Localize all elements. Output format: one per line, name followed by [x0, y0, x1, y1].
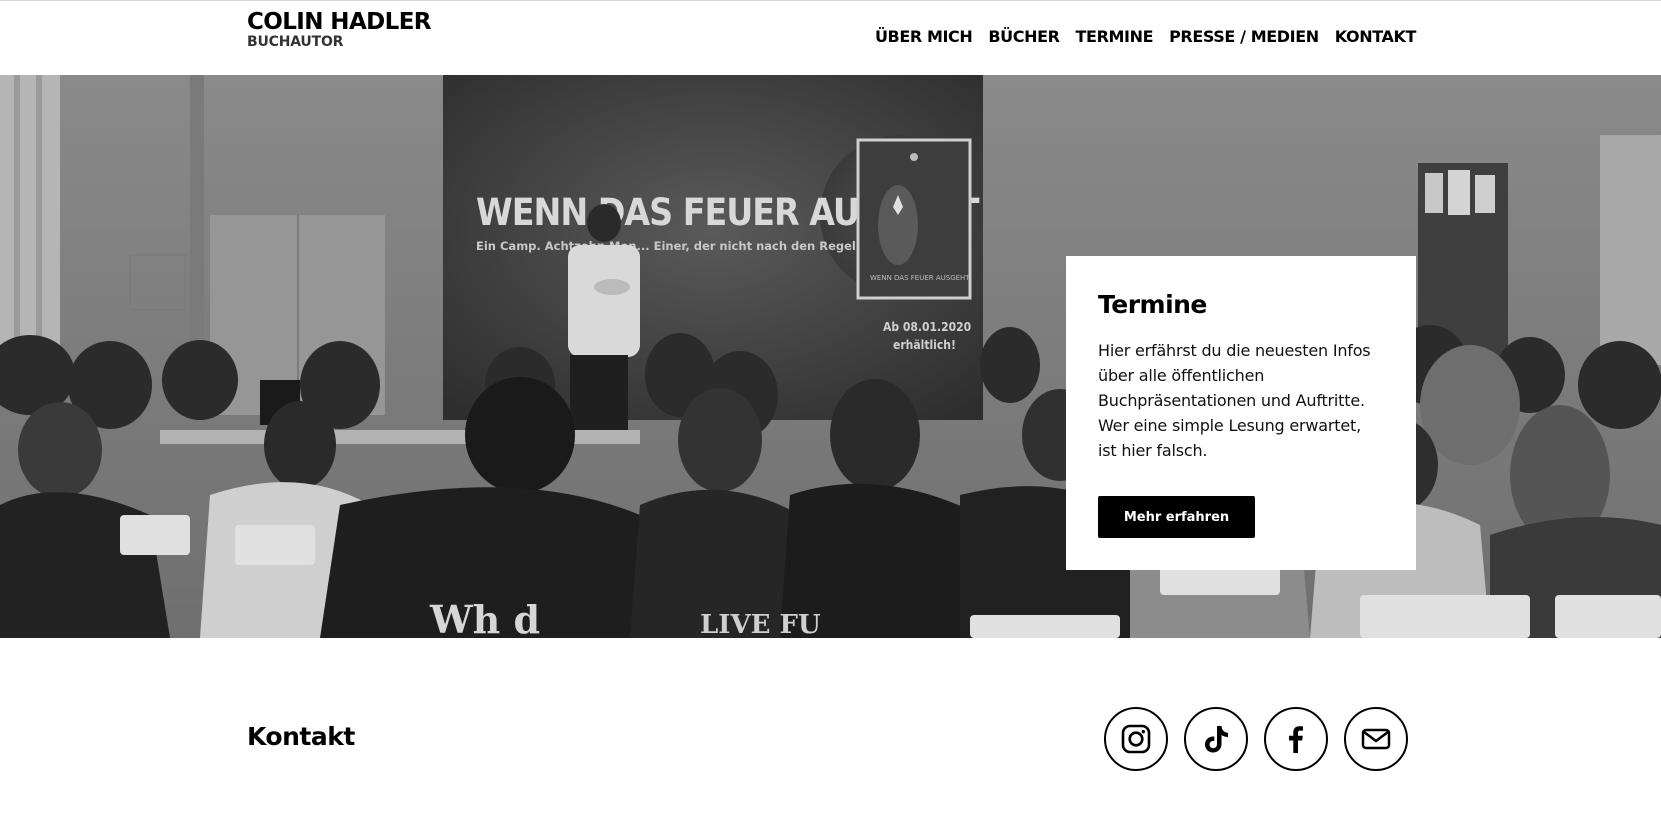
social-links	[1104, 707, 1408, 771]
facebook-icon	[1289, 726, 1303, 753]
nav-item-buecher[interactable]: BÜCHER	[988, 27, 1060, 46]
nav-item-kontakt[interactable]: KONTAKT	[1335, 27, 1417, 46]
instagram-link[interactable]	[1104, 707, 1168, 771]
card-title: Termine	[1098, 290, 1207, 319]
site-header: COLIN HADLER BUCHAUTOR ÜBER MICH BÜCHER …	[0, 0, 1661, 75]
footer-title: Kontakt	[247, 722, 355, 751]
release-note-line2: erhältlich!	[893, 338, 956, 352]
tiktok-link[interactable]	[1184, 707, 1248, 771]
book-cover-title: WENN DAS FEUER AUSGEHT	[870, 274, 970, 282]
main-nav: ÜBER MICH BÜCHER TERMINE PRESSE / MEDIEN…	[875, 27, 1416, 46]
nav-item-ueber-mich[interactable]: ÜBER MICH	[875, 27, 973, 46]
instagram-icon	[1121, 724, 1151, 754]
brand-logo-link[interactable]: COLIN HADLER BUCHAUTOR	[247, 9, 432, 50]
mail-link[interactable]	[1344, 707, 1408, 771]
brand-subtitle: BUCHAUTOR	[247, 34, 344, 50]
termine-card: Termine Hier erfährst du die neuesten In…	[1066, 256, 1416, 570]
nav-item-termine[interactable]: TERMINE	[1076, 27, 1154, 46]
page: COLIN HADLER BUCHAUTOR ÜBER MICH BÜCHER …	[0, 0, 1661, 828]
tiktok-icon	[1205, 726, 1228, 753]
facebook-link[interactable]	[1264, 707, 1328, 771]
hero-section: WENN DAS FEUER AUSGEHT Ein Camp. Achtzeh…	[0, 75, 1661, 638]
svg-text:Wh d: Wh d	[429, 597, 540, 638]
svg-text:LIVE FU: LIVE FU	[700, 610, 821, 638]
mail-icon	[1361, 728, 1391, 750]
nav-item-presse-medien[interactable]: PRESSE / MEDIEN	[1169, 27, 1319, 46]
brand-name: COLIN HADLER	[247, 9, 432, 35]
card-text: Hier erfährst du die neuesten Infos über…	[1098, 341, 1371, 460]
release-note-line1: Ab 08.01.2020	[883, 320, 971, 334]
slide-tagline: Ein Camp. Achtzehn Men... Einer, der nic…	[476, 239, 909, 253]
mehr-erfahren-button[interactable]: Mehr erfahren	[1098, 496, 1255, 538]
